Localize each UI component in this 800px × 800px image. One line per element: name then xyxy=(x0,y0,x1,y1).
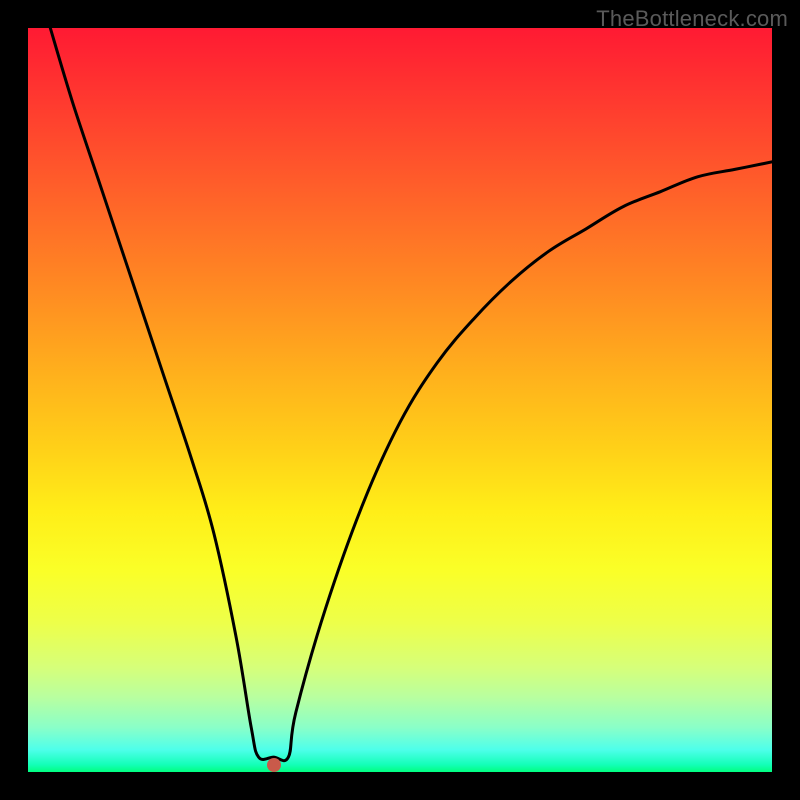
watermark: TheBottleneck.com xyxy=(596,6,788,32)
optimum-marker xyxy=(267,758,281,772)
bottleneck-curve xyxy=(28,28,772,772)
plot-area xyxy=(28,28,772,772)
